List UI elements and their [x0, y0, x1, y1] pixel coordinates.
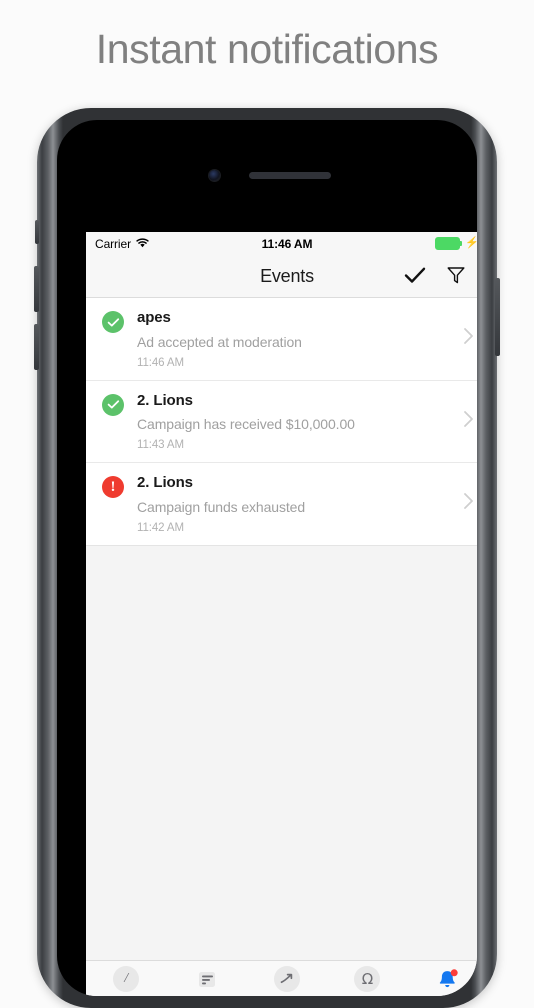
profile-omega-icon: Ω: [354, 966, 381, 992]
statistics-trend-icon: [274, 966, 301, 992]
summary-slash-icon: /: [113, 966, 140, 992]
tab-profile[interactable]: Ω Profile: [327, 966, 407, 996]
list-item-body: 2. Lions Campaign funds exhausted 11:42 …: [137, 474, 455, 534]
mark-all-read-button[interactable]: [404, 266, 426, 287]
navigation-bar: Events: [86, 255, 477, 298]
event-timestamp: 11:43 AM: [137, 439, 184, 452]
chevron-right-icon: [463, 410, 474, 433]
chevron-right-icon: [463, 327, 474, 350]
earpiece-speaker: [249, 172, 331, 179]
mute-switch[interactable]: [35, 220, 39, 244]
page-title: Instant notifications: [95, 26, 439, 72]
exclamation-glyph: !: [110, 478, 116, 495]
lightning-bolt-icon: ⚡: [465, 237, 477, 249]
list-item[interactable]: 2. Lions Campaign has received $10,000.0…: [86, 379, 477, 463]
status-bar-left: Carrier: [95, 237, 149, 251]
battery-icon: [435, 237, 463, 250]
event-subtitle: Campaign has received $10,000.00: [137, 416, 355, 433]
event-title: apes: [137, 309, 171, 326]
event-timestamp: 11:42 AM: [137, 521, 184, 534]
carrier-label: Carrier: [95, 236, 131, 251]
chevron-right-icon: [463, 492, 474, 515]
front-camera-icon: [209, 170, 220, 181]
nav-actions: [404, 265, 477, 288]
list-item[interactable]: apes Ad accepted at moderation 11:46 AM: [86, 298, 477, 380]
tab-statistics[interactable]: Statistics: [247, 966, 327, 996]
checkmark-icon: [404, 266, 426, 287]
events-list[interactable]: apes Ad accepted at moderation 11:46 AM: [86, 298, 477, 960]
list-item-body: 2. Lions Campaign has received $10,000.0…: [137, 392, 455, 452]
status-bar-right: ⚡: [435, 237, 477, 250]
exclamation-circle-icon: !: [102, 476, 124, 499]
phone-bezel: Carrier 11:46 AM ⚡ Events apes Ad accept…: [57, 120, 477, 996]
app-screen: Carrier 11:46 AM ⚡ Events apes Ad accept…: [86, 232, 477, 996]
volume-up-button[interactable]: [34, 266, 39, 312]
phone-mockup: Carrier 11:46 AM ⚡ Events apes Ad accept…: [34, 108, 500, 1008]
campaigns-list-icon: [194, 966, 220, 992]
list-item-body: apes Ad accepted at moderation 11:46 AM: [137, 309, 455, 369]
check-circle-icon: [102, 393, 124, 416]
status-bar: Carrier 11:46 AM ⚡: [86, 232, 477, 255]
event-timestamp: 11:46 AM: [137, 356, 184, 369]
tab-events[interactable]: Events: [408, 966, 477, 996]
filter-button[interactable]: [446, 265, 466, 288]
power-button[interactable]: [495, 278, 500, 356]
wifi-icon: [136, 237, 149, 251]
tab-summary[interactable]: / Summary: [86, 966, 166, 996]
event-title: 2. Lions: [137, 391, 193, 409]
bell-icon: [435, 966, 461, 992]
check-circle-icon: [102, 311, 124, 333]
event-title: 2. Lions: [137, 474, 193, 492]
tab-campaigns[interactable]: Campaigns: [166, 966, 246, 996]
event-subtitle: Campaign funds exhausted: [137, 498, 306, 515]
funnel-filter-icon: [446, 265, 466, 288]
list-item[interactable]: ! 2. Lions Campaign funds exhausted 11:4…: [86, 462, 477, 546]
event-subtitle: Ad accepted at moderation: [137, 333, 302, 350]
volume-down-button[interactable]: [34, 324, 39, 370]
tab-bar: / Summary Campaigns: [86, 960, 477, 996]
